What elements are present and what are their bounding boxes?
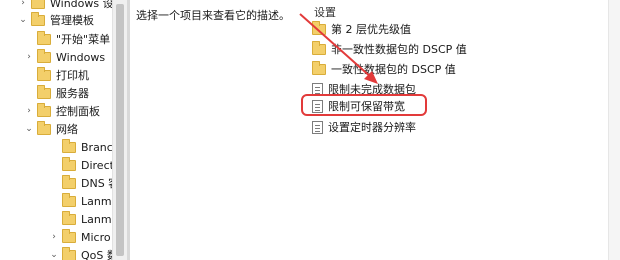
annotation-arrow-icon [299,13,378,84]
